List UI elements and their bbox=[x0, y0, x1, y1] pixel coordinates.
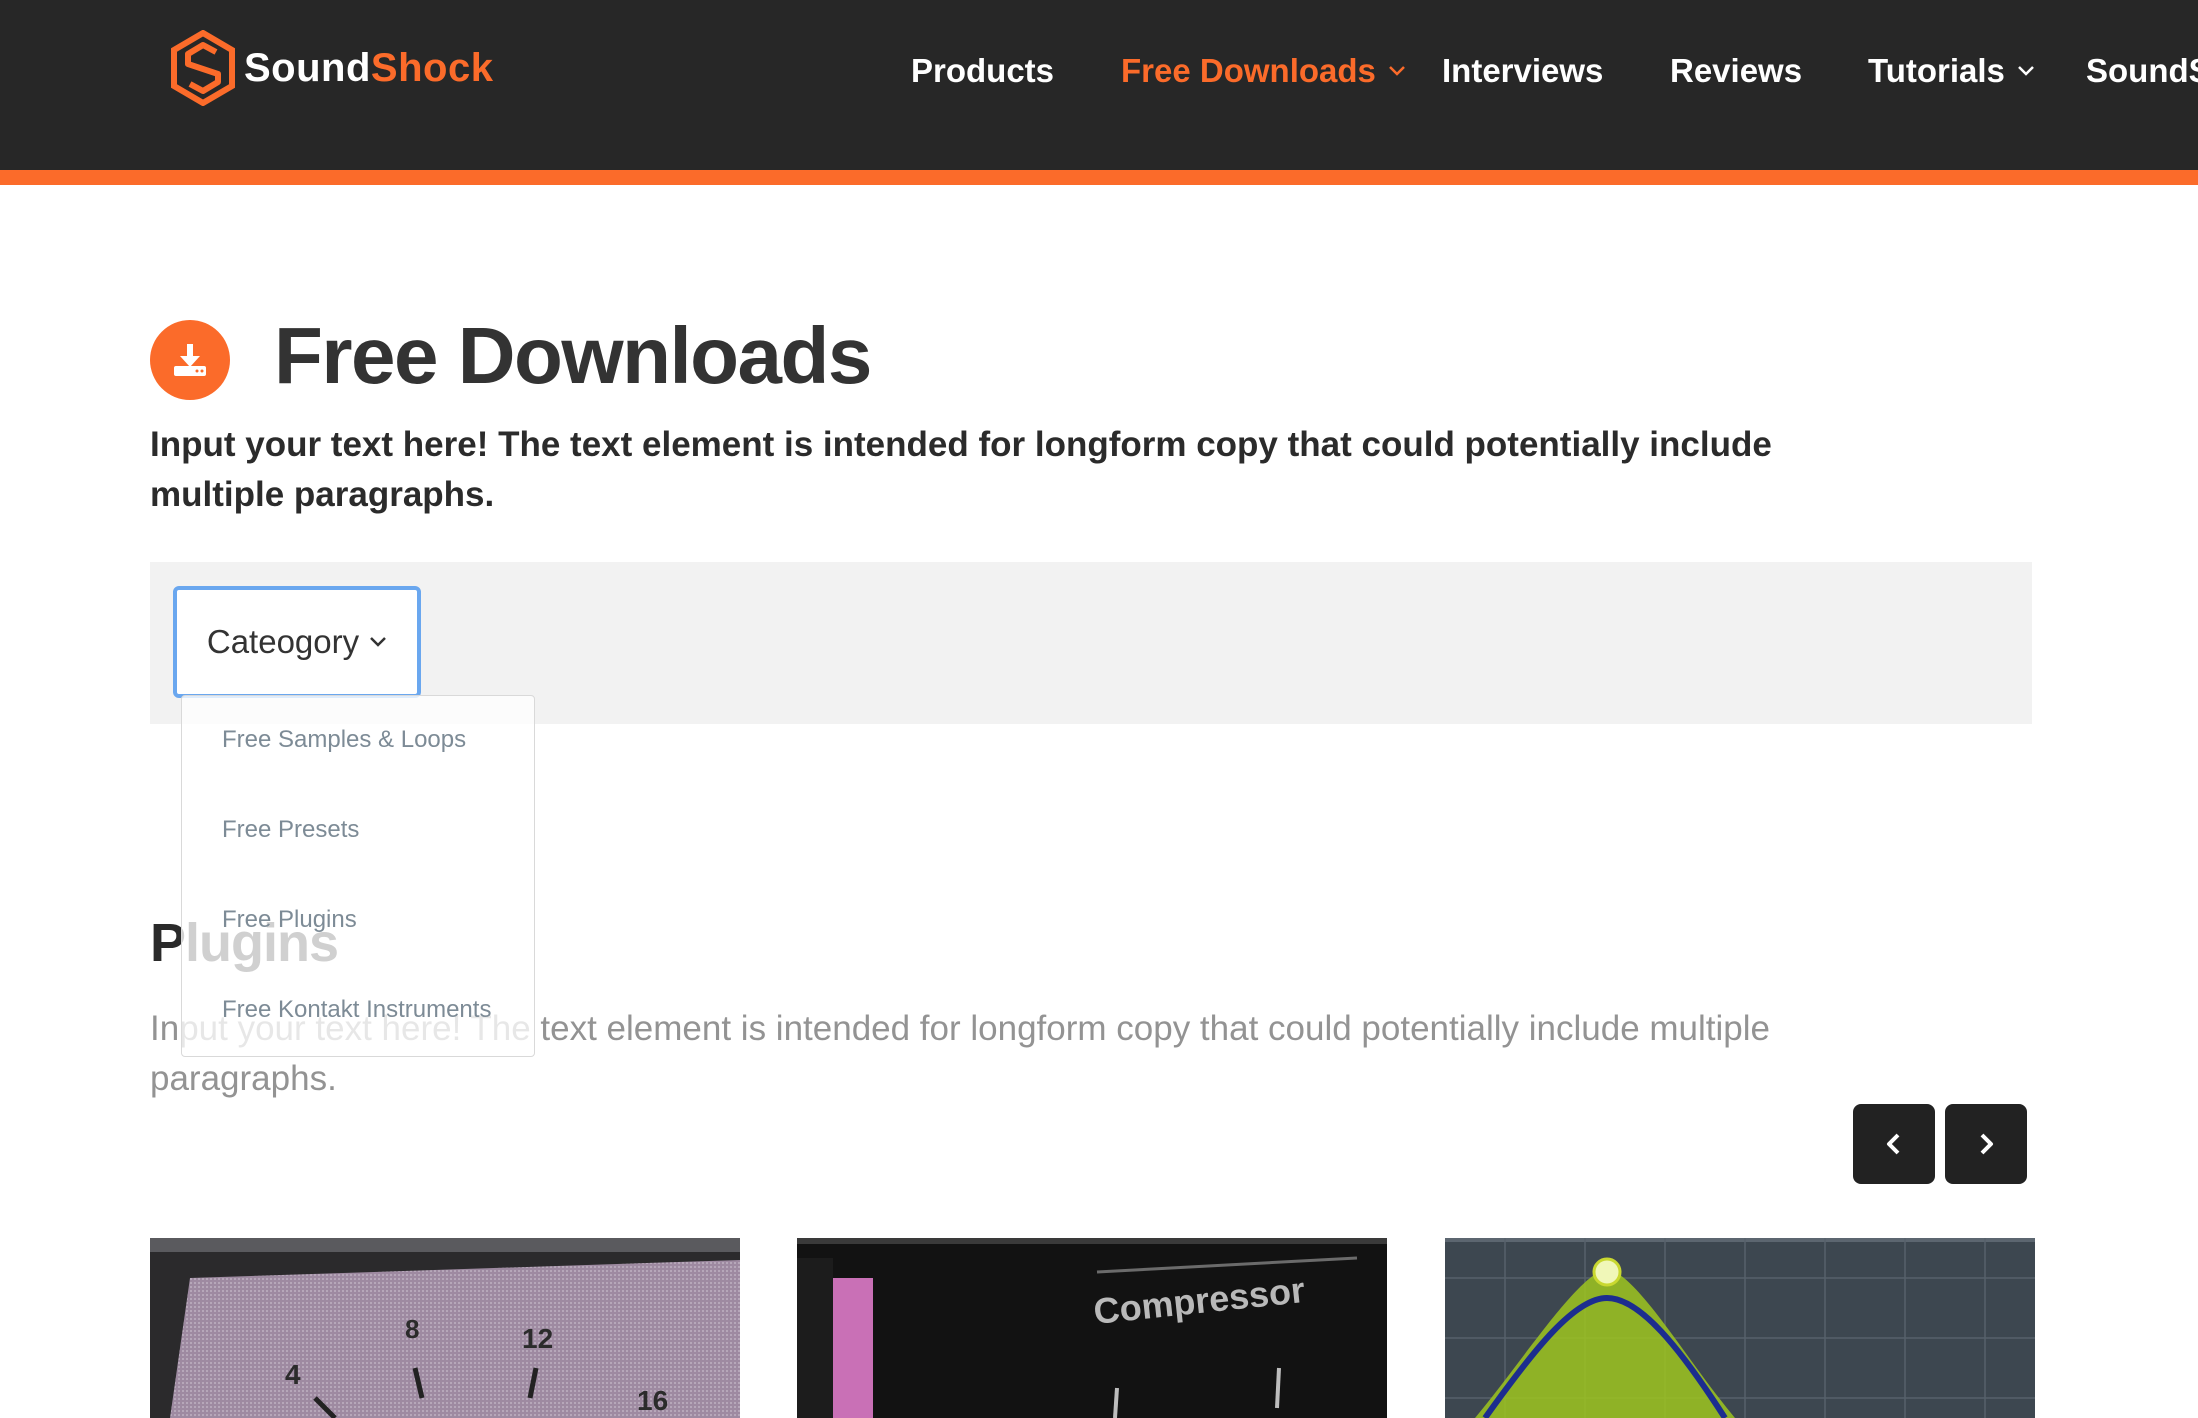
nav-item-products[interactable]: Products bbox=[911, 52, 1054, 90]
nav-label: Products bbox=[911, 52, 1055, 89]
page-title: Free Downloads bbox=[274, 311, 872, 400]
nav-label: Interviews bbox=[1442, 52, 1604, 89]
header-accent-bar bbox=[0, 170, 2198, 185]
nav-label: Tutorials bbox=[1868, 52, 2005, 89]
dropdown-item-free-samples-loops[interactable]: Free Samples & Loops bbox=[222, 726, 466, 754]
chevron-down-icon bbox=[2018, 66, 2034, 76]
download-icon bbox=[150, 320, 230, 400]
chevron-left-icon bbox=[1887, 1133, 1900, 1155]
chevron-right-icon bbox=[1980, 1133, 1993, 1155]
nav-item-soundshock[interactable]: SoundS bbox=[2086, 52, 2198, 90]
carousel-next-button[interactable] bbox=[1945, 1104, 2027, 1184]
dial-label: 12 bbox=[522, 1323, 553, 1354]
nav-label: Free Downloads bbox=[1121, 52, 1376, 89]
nav-label: Reviews bbox=[1670, 52, 1803, 89]
plugin-card[interactable] bbox=[1445, 1238, 2035, 1418]
plugin-card[interactable]: 4 8 12 16 bbox=[150, 1238, 740, 1418]
site-logo[interactable]: SoundShock bbox=[170, 30, 493, 106]
dropdown-item-free-presets[interactable]: Free Presets bbox=[222, 816, 359, 844]
dial-label: 16 bbox=[637, 1385, 668, 1416]
plugin-card[interactable]: Compressor bbox=[797, 1238, 1387, 1418]
logo-text-accent: Shock bbox=[370, 46, 494, 90]
dial-label: 4 bbox=[285, 1359, 301, 1390]
nav-item-tutorials[interactable]: Tutorials bbox=[1868, 52, 2035, 90]
category-label: Cateogory bbox=[206, 623, 360, 660]
chevron-down-icon bbox=[1389, 66, 1405, 76]
vu-meter-image: 4 8 12 16 bbox=[150, 1238, 740, 1418]
dropdown-item-free-plugins[interactable]: Free Plugins bbox=[222, 906, 357, 934]
page-intro-text: Input your text here! The text element i… bbox=[150, 425, 1772, 514]
compressor-image: Compressor bbox=[797, 1238, 1387, 1418]
logo-text-primary: Sound bbox=[244, 46, 371, 90]
nav-item-reviews[interactable]: Reviews bbox=[1670, 52, 1802, 90]
eq-curve-image bbox=[1445, 1238, 2035, 1418]
site-header: SoundShock Products Free Downloads Inter… bbox=[0, 0, 2198, 170]
category-dropdown-button[interactable]: Cateogory bbox=[173, 586, 421, 698]
logo-mark-icon bbox=[171, 30, 235, 106]
nav-item-interviews[interactable]: Interviews bbox=[1442, 52, 1603, 90]
carousel-prev-button[interactable] bbox=[1853, 1104, 1935, 1184]
chevron-down-icon bbox=[370, 637, 387, 647]
category-dropdown-menu: Free Samples & Loops Free Presets Free P… bbox=[181, 695, 535, 1057]
dial-label: 8 bbox=[405, 1314, 419, 1344]
dropdown-item-free-kontakt-instruments[interactable]: Free Kontakt Instruments bbox=[222, 996, 491, 1024]
nav-label: SoundS bbox=[2086, 52, 2198, 89]
nav-item-free-downloads[interactable]: Free Downloads bbox=[1121, 52, 1406, 90]
